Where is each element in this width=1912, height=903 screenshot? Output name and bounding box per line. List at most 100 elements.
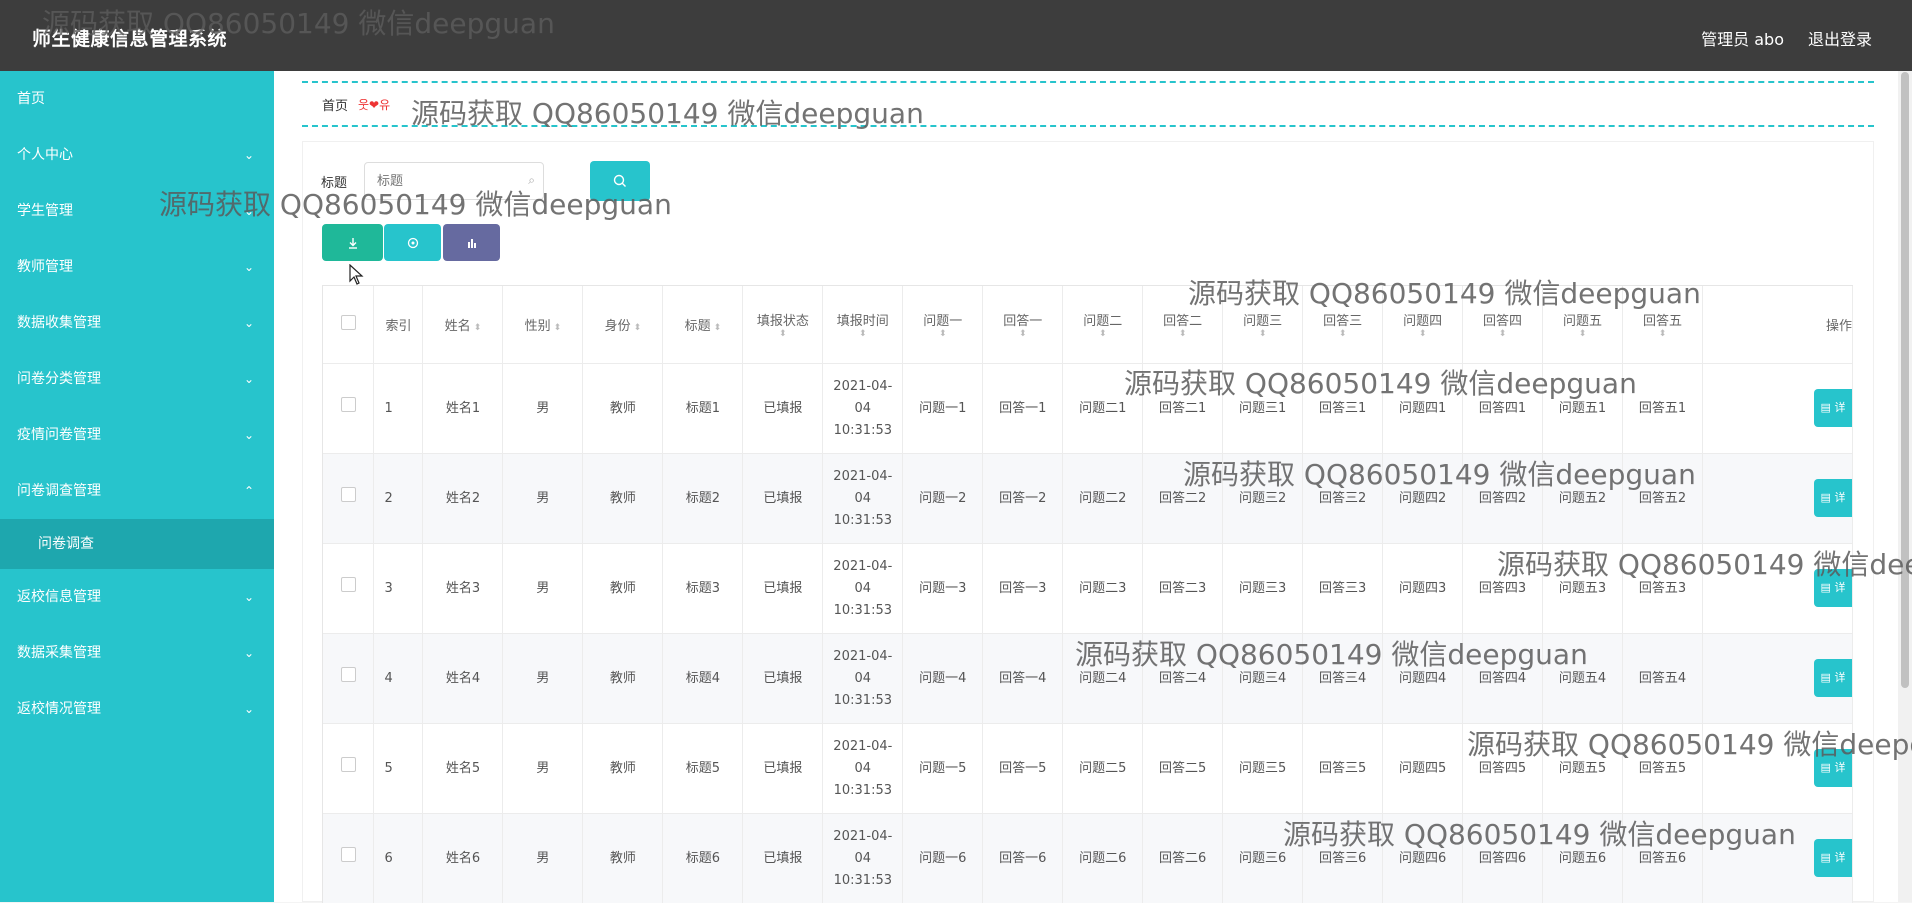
detail-button[interactable]: ▤ 详	[1814, 569, 1852, 607]
sidebar-item-label: 数据收集管理	[17, 315, 101, 331]
chart-button[interactable]	[443, 224, 500, 261]
column-header[interactable]: 回答四⬍	[1463, 286, 1543, 364]
sort-icon[interactable]: ⬍	[1305, 329, 1380, 339]
sort-icon[interactable]: ⬍	[1385, 329, 1460, 339]
sort-icon[interactable]: ⬍	[825, 329, 900, 339]
row-checkbox[interactable]	[341, 847, 356, 862]
sort-icon[interactable]: ⬍	[745, 329, 820, 339]
vertical-scrollbar[interactable]	[1898, 71, 1912, 902]
export-button[interactable]	[322, 224, 383, 261]
sidebar-item-3[interactable]: 教师管理 ⌄	[0, 239, 274, 295]
row-checkbox[interactable]	[341, 577, 356, 592]
sort-icon[interactable]: ⬍	[905, 329, 980, 339]
search-button[interactable]	[590, 161, 650, 201]
select-all-checkbox[interactable]	[341, 315, 356, 330]
sidebar-item-6[interactable]: 疫情问卷管理⌄	[0, 407, 274, 463]
row-checkbox[interactable]	[341, 487, 356, 502]
table-cell: 回答三3	[1303, 544, 1383, 634]
table-cell: 标题4	[663, 634, 743, 724]
table-row: 6姓名6男教师标题6已填报2021-04-04 10:31:53问题一6回答一6…	[323, 814, 1853, 903]
column-header[interactable]: 问题五⬍	[1543, 286, 1623, 364]
print-button[interactable]	[384, 224, 441, 261]
sidebar-item-5[interactable]: 问卷分类管理⌄	[0, 351, 274, 407]
column-header[interactable]: 回答一⬍	[983, 286, 1063, 364]
column-header-label: 填报时间	[837, 314, 889, 329]
detail-button[interactable]: ▤ 详	[1814, 389, 1852, 427]
sort-icon[interactable]: ⬍	[1145, 329, 1220, 339]
sidebar-subitem-survey[interactable]: 问卷调查	[0, 519, 274, 569]
column-header[interactable]: 标题⬍	[663, 286, 743, 364]
table-cell: 回答三6	[1303, 814, 1383, 903]
table-cell: 回答三4	[1303, 634, 1383, 724]
table-cell: 回答四1	[1463, 364, 1543, 454]
sort-icon[interactable]: ⬍	[1625, 329, 1700, 339]
sort-icon[interactable]: ⬍	[985, 329, 1060, 339]
row-checkbox[interactable]	[341, 667, 356, 682]
sidebar-item-4[interactable]: 数据收集管理⌄	[0, 295, 274, 351]
column-header[interactable]: 性别⬍	[503, 286, 583, 364]
sidebar-item-label: 学生管理	[17, 203, 73, 219]
table-cell: 2021-04-04 10:31:53	[823, 544, 903, 634]
column-header[interactable]: 回答二⬍	[1143, 286, 1223, 364]
download-icon	[346, 236, 360, 250]
detail-button[interactable]: ▤ 详	[1814, 749, 1852, 787]
table-cell: 回答五1	[1623, 364, 1703, 454]
sort-icon[interactable]: ⬍	[634, 323, 642, 333]
table-cell: 问题三4	[1223, 634, 1303, 724]
chevron-down-icon: ⌄	[244, 239, 254, 295]
logout-button[interactable]: 退出登录	[1808, 26, 1872, 50]
column-header[interactable]: 回答三⬍	[1303, 286, 1383, 364]
sidebar-item-10[interactable]: 返校情况管理⌄	[0, 681, 274, 737]
row-select-cell	[323, 364, 374, 454]
row-checkbox[interactable]	[341, 397, 356, 412]
sort-icon[interactable]: ⬍	[474, 323, 482, 333]
sidebar-item-2[interactable]: 学生管理⌄	[0, 183, 274, 239]
sort-icon[interactable]: ⬍	[1465, 329, 1540, 339]
column-header[interactable]: 填报状态⬍	[743, 286, 823, 364]
column-header[interactable]: 填报时间⬍	[823, 286, 903, 364]
detail-button[interactable]: ▤ 详	[1814, 659, 1852, 697]
table-cell: 问题一1	[903, 364, 983, 454]
sidebar-item-0[interactable]: 首页	[0, 71, 274, 127]
sort-icon[interactable]: ⬍	[714, 323, 722, 333]
sidebar-item-label: 教师管理	[17, 259, 73, 275]
data-table: 索引姓名⬍性别⬍身份⬍标题⬍填报状态⬍填报时间⬍问题一⬍回答一⬍问题二⬍回答二⬍…	[323, 286, 1853, 903]
table-row: 3姓名3男教师标题3已填报2021-04-04 10:31:53问题一3回答一3…	[323, 544, 1853, 634]
operation-cell: ▤ 详	[1702, 814, 1852, 903]
sidebar-item-7[interactable]: 问卷调查管理⌃	[0, 463, 274, 519]
table-cell: 已填报	[743, 814, 823, 903]
app-title: 师生健康信息管理系统	[32, 24, 227, 51]
table-cell: 问题五1	[1543, 364, 1623, 454]
column-header[interactable]: 问题一⬍	[903, 286, 983, 364]
table-cell: 问题五6	[1543, 814, 1623, 903]
sidebar-item-9[interactable]: 数据采集管理⌄	[0, 625, 274, 681]
sort-icon[interactable]: ⬍	[1545, 329, 1620, 339]
column-header[interactable]: 问题三⬍	[1223, 286, 1303, 364]
table-row: 5姓名5男教师标题5已填报2021-04-04 10:31:53问题一5回答一5…	[323, 724, 1853, 814]
table-cell: 5	[374, 724, 423, 814]
sort-icon[interactable]: ⬍	[554, 323, 562, 333]
sort-icon[interactable]: ⬍	[1225, 329, 1300, 339]
column-header[interactable]: 问题二⬍	[1063, 286, 1143, 364]
column-header[interactable]: 问题四⬍	[1383, 286, 1463, 364]
column-header[interactable]: 姓名⬍	[423, 286, 503, 364]
column-header[interactable]: 回答五⬍	[1623, 286, 1703, 364]
table-cell: 问题四4	[1383, 634, 1463, 724]
chevron-down-icon: ⌄	[244, 351, 254, 407]
user-label[interactable]: 管理员 abo	[1701, 26, 1784, 50]
search-input[interactable]	[365, 163, 519, 199]
row-checkbox[interactable]	[341, 757, 356, 772]
breadcrumb-home[interactable]: 首页	[322, 95, 348, 114]
detail-button[interactable]: ▤ 详	[1814, 839, 1852, 877]
scrollbar-thumb[interactable]	[1901, 72, 1909, 688]
sidebar-item-1[interactable]: 个人中心⌄	[0, 127, 274, 183]
detail-button[interactable]: ▤ 详	[1814, 479, 1852, 517]
row-select-cell	[323, 814, 374, 903]
search-field[interactable]: ⌕	[364, 162, 544, 200]
column-header[interactable]: 身份⬍	[583, 286, 663, 364]
column-header-label: 回答三	[1323, 314, 1362, 329]
sort-icon[interactable]: ⬍	[1065, 329, 1140, 339]
sidebar-item-8[interactable]: 返校信息管理⌄	[0, 569, 274, 625]
column-header: 索引	[374, 286, 423, 364]
table-cell: 标题3	[663, 544, 743, 634]
